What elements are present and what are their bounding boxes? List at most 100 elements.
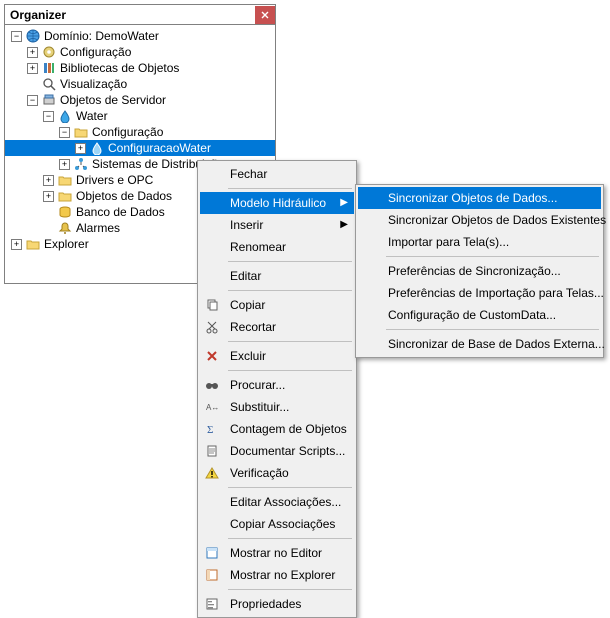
menu-label: Recortar <box>230 320 276 334</box>
menu-separator <box>386 256 599 257</box>
expand-icon[interactable]: + <box>43 191 54 202</box>
tree-item-water[interactable]: − Water <box>5 108 275 124</box>
tree-item-configuracao-water[interactable]: + ConfiguracaoWater <box>5 140 275 156</box>
menu-item-procurar[interactable]: Procurar... <box>200 374 354 396</box>
menu-item-contagem[interactable]: Σ Contagem de Objetos <box>200 418 354 440</box>
globe-icon <box>25 28 41 44</box>
replace-icon: A↔ <box>204 399 220 415</box>
menu-item-mostrar-explorer[interactable]: Mostrar no Explorer <box>200 564 354 586</box>
tree-label: Objetos de Dados <box>76 189 172 203</box>
menu-separator <box>228 487 352 488</box>
tree-label: Objetos de Servidor <box>60 93 166 107</box>
tree-label: Banco de Dados <box>76 205 165 219</box>
tree-item-config[interactable]: + Configuração <box>5 44 275 60</box>
menu-item-renomear[interactable]: Renomear <box>200 236 354 258</box>
organizer-titlebar: Organizer <box>5 5 275 25</box>
submenu-modelo-hidraulico: Sincronizar Objetos de Dados... Sincroni… <box>355 184 604 358</box>
menu-item-editar[interactable]: Editar <box>200 265 354 287</box>
collapse-icon[interactable]: − <box>59 127 70 138</box>
tree-label: Drivers e OPC <box>76 173 153 187</box>
menu-label: Excluir <box>230 349 266 363</box>
magnifier-icon <box>41 76 57 92</box>
menu-item-copiar-associacoes[interactable]: Copiar Associações <box>200 513 354 535</box>
tree-label: Configuração <box>60 45 131 59</box>
menu-item-propriedades[interactable]: Propriedades <box>200 593 354 615</box>
tree-label: Configuração <box>92 125 163 139</box>
properties-icon <box>204 596 220 612</box>
tree-label: ConfiguracaoWater <box>108 141 211 155</box>
menu-item-sincronizar-existentes[interactable]: Sincronizar Objetos de Dados Existentes <box>358 209 601 231</box>
svg-text:Σ: Σ <box>207 424 213 436</box>
menu-separator <box>228 341 352 342</box>
collapse-icon[interactable]: − <box>27 95 38 106</box>
close-icon[interactable] <box>255 6 275 24</box>
delete-icon <box>204 348 220 364</box>
menu-label: Fechar <box>230 167 267 181</box>
expand-icon[interactable]: + <box>43 175 54 186</box>
menu-label: Editar <box>230 269 261 283</box>
menu-label: Procurar... <box>230 378 285 392</box>
tree-item-server-objects[interactable]: − Objetos de Servidor <box>5 92 275 108</box>
menu-item-pref-importacao[interactable]: Preferências de Importação para Telas... <box>358 282 601 304</box>
menu-item-substituir[interactable]: A↔ Substituir... <box>200 396 354 418</box>
menu-item-mostrar-editor[interactable]: Mostrar no Editor <box>200 542 354 564</box>
menu-item-editar-associacoes[interactable]: Editar Associações... <box>200 491 354 513</box>
menu-item-fechar[interactable]: Fechar <box>200 163 354 185</box>
menu-label: Preferências de Importação para Telas... <box>388 286 604 300</box>
gear-icon <box>41 44 57 60</box>
blank-toggler <box>43 223 54 234</box>
menu-label: Contagem de Objetos <box>230 422 347 436</box>
editor-icon <box>204 545 220 561</box>
menu-separator <box>228 538 352 539</box>
menu-label: Importar para Tela(s)... <box>388 235 509 249</box>
menu-label: Mostrar no Editor <box>230 546 322 560</box>
expand-icon[interactable]: + <box>75 143 86 154</box>
menu-item-inserir[interactable]: Inserir ▶ <box>200 214 354 236</box>
water-config-icon <box>89 140 105 156</box>
collapse-icon[interactable]: − <box>11 31 22 42</box>
explorer-icon <box>204 567 220 583</box>
menu-label: Modelo Hidráulico <box>230 196 326 210</box>
menu-label: Documentar Scripts... <box>230 444 345 458</box>
submenu-arrow-icon: ▶ <box>340 197 348 208</box>
tree-item-visualization[interactable]: Visualização <box>5 76 275 92</box>
menu-label: Sincronizar Objetos de Dados... <box>388 191 557 205</box>
expand-icon[interactable]: + <box>11 239 22 250</box>
collapse-icon[interactable]: − <box>43 111 54 122</box>
menu-item-modelo-hidraulico[interactable]: Modelo Hidráulico ▶ <box>200 192 354 214</box>
expand-icon[interactable]: + <box>59 159 70 170</box>
menu-label: Copiar <box>230 298 265 312</box>
menu-item-pref-sincronizacao[interactable]: Preferências de Sincronização... <box>358 260 601 282</box>
svg-text:A↔: A↔ <box>206 403 219 412</box>
expand-icon[interactable]: + <box>27 63 38 74</box>
tree-label: Water <box>76 109 108 123</box>
menu-item-sincronizar-base-externa[interactable]: Sincronizar de Base de Dados Externa... <box>358 333 601 355</box>
tree-item-water-config[interactable]: − Configuração <box>5 124 275 140</box>
tree-item-libraries[interactable]: + Bibliotecas de Objetos <box>5 60 275 76</box>
tree-label: Bibliotecas de Objetos <box>60 61 179 75</box>
tree-item-domain[interactable]: − Domínio: DemoWater <box>5 28 275 44</box>
blank-toggler <box>43 207 54 218</box>
menu-item-importar-telas[interactable]: Importar para Tela(s)... <box>358 231 601 253</box>
menu-separator <box>228 370 352 371</box>
folder-icon <box>57 172 73 188</box>
expand-icon[interactable]: + <box>27 47 38 58</box>
context-menu: Fechar Modelo Hidráulico ▶ Inserir ▶ Ren… <box>197 160 357 618</box>
menu-item-verificacao[interactable]: Verificação <box>200 462 354 484</box>
menu-item-recortar[interactable]: Recortar <box>200 316 354 338</box>
menu-item-sincronizar-objetos[interactable]: Sincronizar Objetos de Dados... <box>358 187 601 209</box>
menu-label: Configuração de CustomData... <box>388 308 556 322</box>
server-icon <box>41 92 57 108</box>
menu-item-excluir[interactable]: Excluir <box>200 345 354 367</box>
menu-label: Editar Associações... <box>230 495 341 509</box>
menu-separator <box>228 589 352 590</box>
binoculars-icon <box>204 377 220 393</box>
menu-label: Propriedades <box>230 597 301 611</box>
books-icon <box>41 60 57 76</box>
tree-label: Domínio: DemoWater <box>44 29 159 43</box>
folder-icon <box>73 124 89 140</box>
water-drop-icon <box>57 108 73 124</box>
menu-item-documentar-scripts[interactable]: Documentar Scripts... <box>200 440 354 462</box>
menu-item-copiar[interactable]: Copiar <box>200 294 354 316</box>
menu-item-config-customdata[interactable]: Configuração de CustomData... <box>358 304 601 326</box>
